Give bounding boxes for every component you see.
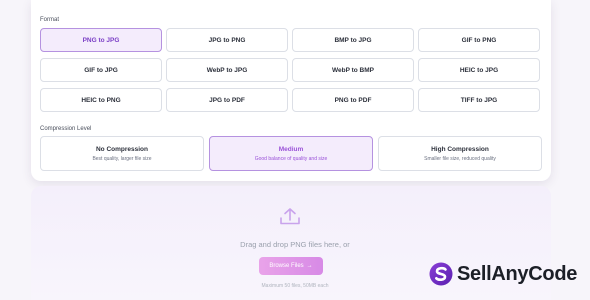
compression-option-subtitle: Good balance of quality and size bbox=[254, 155, 328, 162]
compression-option-subtitle: Smaller file size, reduced quality bbox=[424, 155, 496, 162]
compression-option-title: High Compression bbox=[431, 145, 489, 153]
watermark-text: SellAnyCode bbox=[457, 262, 578, 285]
compression-options: No Compression Best quality, larger file… bbox=[40, 136, 542, 171]
format-options: PNG to JPG JPG to PNG BMP to JPG GIF to … bbox=[40, 28, 542, 112]
sellanycode-logo-icon bbox=[429, 262, 453, 286]
compression-option-title: No Compression bbox=[95, 145, 148, 153]
format-label: Format bbox=[40, 17, 60, 23]
compression-option-medium[interactable]: Medium Good balance of quality and size bbox=[209, 136, 373, 171]
format-option-jpg-to-png[interactable]: JPG to PNG bbox=[166, 28, 288, 52]
arrow-right-icon: → bbox=[306, 263, 313, 269]
compression-option-high[interactable]: High Compression Smaller file size, redu… bbox=[378, 136, 542, 171]
settings-panel: Format PNG to JPG JPG to PNG BMP to JPG … bbox=[31, 0, 551, 181]
format-option-heic-to-png[interactable]: HEIC to PNG bbox=[40, 88, 162, 112]
browse-files-button[interactable]: Browse Files → bbox=[259, 257, 323, 275]
format-option-webp-to-bmp[interactable]: WebP to BMP bbox=[292, 58, 414, 82]
format-option-gif-to-jpg[interactable]: GIF to JPG bbox=[40, 58, 162, 82]
format-option-heic-to-jpg[interactable]: HEIC to JPG bbox=[418, 58, 540, 82]
format-option-bmp-to-jpg[interactable]: BMP to JPG bbox=[292, 28, 414, 52]
format-option-png-to-pdf[interactable]: PNG to PDF bbox=[292, 88, 414, 112]
compression-label: Compression Level bbox=[40, 126, 92, 132]
format-option-tiff-to-jpg[interactable]: TIFF to JPG bbox=[418, 88, 540, 112]
format-option-jpg-to-pdf[interactable]: JPG to PDF bbox=[166, 88, 288, 112]
format-option-gif-to-png[interactable]: GIF to PNG bbox=[418, 28, 540, 52]
format-option-png-to-jpg[interactable]: PNG to JPG bbox=[40, 28, 162, 52]
sellanycode-watermark: SellAnyCode bbox=[428, 262, 577, 286]
dropzone-prompt: Drag and drop PNG files here, or bbox=[240, 240, 350, 249]
compression-option-none[interactable]: No Compression Best quality, larger file… bbox=[40, 136, 204, 171]
compression-option-title: Medium bbox=[278, 145, 304, 153]
browse-files-label: Browse Files bbox=[269, 263, 304, 269]
compression-option-subtitle: Best quality, larger file size bbox=[92, 155, 152, 162]
format-option-webp-to-jpg[interactable]: WebP to JPG bbox=[166, 58, 288, 82]
upload-icon bbox=[280, 208, 300, 225]
